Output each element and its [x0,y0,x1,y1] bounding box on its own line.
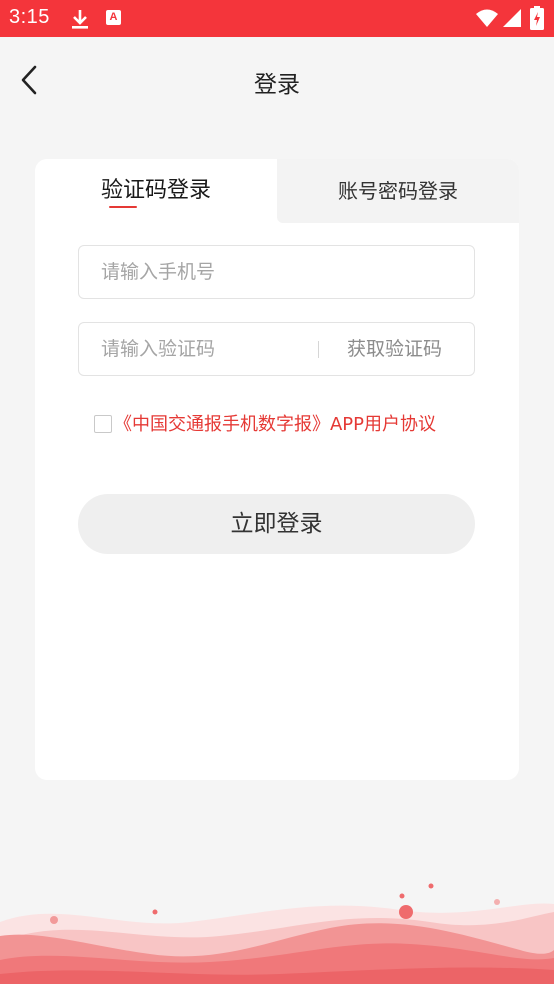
verification-code-input[interactable] [101,323,301,375]
tab-password-login[interactable]: 账号密码登录 [277,159,519,223]
page-title: 登录 [254,72,300,98]
tab-code-login-label: 验证码登录 [100,178,211,203]
code-field: 获取验证码 [78,322,475,376]
phone-input[interactable] [101,246,301,298]
status-bar: 3:15 A [0,0,554,37]
tab-code-login[interactable]: 验证码登录 [35,159,277,223]
wave-decoration [0,883,554,984]
agreement-link[interactable]: 《中国交通报手机数字报》APP用户协议 [114,413,436,437]
nav-bar: 登录 [0,37,554,123]
a-app-icon: A [106,10,121,25]
phone-field [78,245,475,299]
battery-icon [530,6,544,30]
signal-icon [503,9,521,27]
wifi-icon [476,9,498,27]
divider [318,341,319,358]
agreement-checkbox[interactable] [94,415,112,433]
get-code-button[interactable]: 获取验证码 [347,323,442,375]
active-tab-indicator [108,206,137,209]
status-time: 3:15 [9,6,50,28]
login-card: 验证码登录 账号密码登录 获取验证码 《中国交通报手机数字报》APP用户协议 立… [35,159,519,780]
login-button[interactable]: 立即登录 [78,494,475,554]
download-icon [72,10,88,29]
